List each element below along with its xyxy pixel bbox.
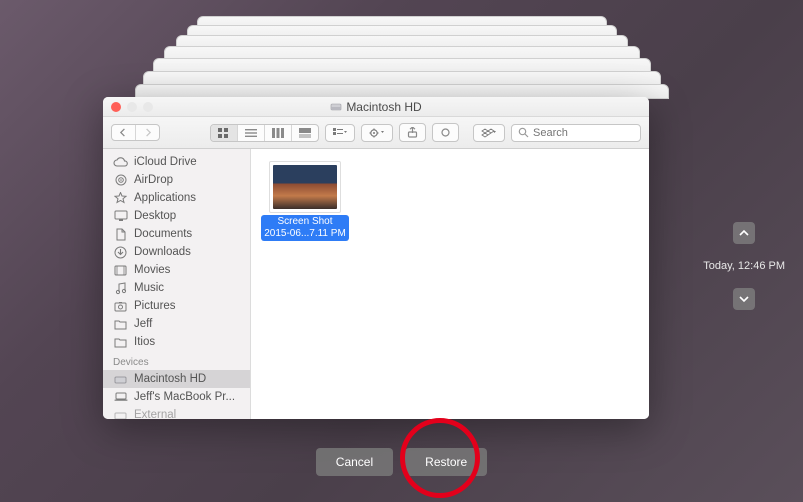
gear-icon	[362, 125, 392, 141]
disk-icon	[113, 372, 128, 386]
disk-icon	[330, 101, 342, 113]
sidebar-item-label: External	[134, 409, 176, 419]
sidebar-item-macintosh-hd[interactable]: Macintosh HD	[103, 370, 250, 388]
tags-button[interactable]	[432, 123, 459, 142]
action-dropdown[interactable]	[361, 124, 393, 142]
view-switcher	[210, 124, 319, 142]
sidebar-item-label: Applications	[134, 192, 196, 204]
pictures-icon	[113, 299, 128, 313]
cloud-icon	[113, 155, 128, 169]
cancel-button[interactable]: Cancel	[316, 448, 393, 476]
documents-icon	[113, 227, 128, 241]
file-label: Screen Shot 2015-06...7.11 PM	[261, 215, 349, 241]
file-item[interactable]: Screen Shot 2015-06...7.11 PM	[263, 161, 347, 241]
nav-back-forward	[111, 124, 160, 141]
sidebar-item-label: Pictures	[134, 300, 176, 312]
sidebar-item-pictures[interactable]: Pictures	[103, 297, 250, 315]
sidebar-item-icloud[interactable]: iCloud Drive	[103, 153, 250, 171]
timeline-up-button[interactable]	[733, 222, 755, 244]
share-button[interactable]	[399, 123, 426, 142]
sidebar-item-movies[interactable]: Movies	[103, 261, 250, 279]
sidebar-item-label: Jeff's MacBook Pr...	[134, 391, 235, 403]
action-bar: Cancel Restore	[0, 448, 803, 476]
window-title-text: Macintosh HD	[346, 100, 421, 114]
arrange-icon	[326, 125, 354, 141]
disk-icon	[113, 408, 128, 419]
back-button[interactable]	[112, 125, 135, 140]
forward-button[interactable]	[135, 125, 159, 140]
file-thumbnail	[269, 161, 341, 213]
sidebar-item-label: Movies	[134, 264, 170, 276]
timeline-down-button[interactable]	[733, 288, 755, 310]
sidebar-item-itios[interactable]: Itios	[103, 333, 250, 351]
file-name-line2: 2015-06...7.11 PM	[264, 228, 346, 240]
sidebar-item-documents[interactable]: Documents	[103, 225, 250, 243]
sidebar-section-devices: Devices	[103, 355, 250, 370]
content-area[interactable]: Screen Shot 2015-06...7.11 PM	[251, 149, 649, 419]
apps-icon	[113, 191, 128, 205]
sidebar-item-desktop[interactable]: Desktop	[103, 207, 250, 225]
sidebar-item-external[interactable]: External	[103, 406, 250, 419]
dropbox-icon	[474, 125, 504, 141]
sidebar-item-label: Jeff	[134, 318, 152, 330]
desktop-icon	[113, 209, 128, 223]
folder-icon	[113, 335, 128, 349]
titlebar[interactable]: Macintosh HD	[103, 97, 649, 117]
finder-window: Macintosh HD	[103, 97, 649, 419]
sidebar-item-label: iCloud Drive	[134, 156, 197, 168]
sidebar-item-applications[interactable]: Applications	[103, 189, 250, 207]
movies-icon	[113, 263, 128, 277]
sidebar-item-label: AirDrop	[134, 174, 173, 186]
sidebar-item-macbook[interactable]: Jeff's MacBook Pr...	[103, 388, 250, 406]
sidebar-item-label: Macintosh HD	[134, 373, 206, 385]
coverflow-view-button[interactable]	[291, 125, 318, 141]
sidebar-item-airdrop[interactable]: AirDrop	[103, 171, 250, 189]
toolbar	[103, 117, 649, 149]
folder-icon	[113, 317, 128, 331]
search-icon	[518, 127, 529, 138]
sidebar-item-label: Itios	[134, 336, 155, 348]
list-view-button[interactable]	[237, 125, 264, 141]
sidebar-item-label: Documents	[134, 228, 192, 240]
sidebar-item-label: Desktop	[134, 210, 176, 222]
laptop-icon	[113, 390, 128, 404]
search-input[interactable]	[533, 127, 634, 139]
sidebar-item-downloads[interactable]: Downloads	[103, 243, 250, 261]
music-icon	[113, 281, 128, 295]
arrange-dropdown[interactable]	[325, 124, 355, 142]
search-field[interactable]	[511, 124, 641, 142]
timeline-label: Today, 12:46 PM	[703, 260, 785, 272]
icon-view-button[interactable]	[211, 125, 237, 141]
column-view-button[interactable]	[264, 125, 291, 141]
sidebar-item-label: Music	[134, 282, 164, 294]
window-title: Macintosh HD	[103, 100, 649, 114]
sidebar: iCloud Drive AirDrop Applications Deskto…	[103, 149, 251, 419]
downloads-icon	[113, 245, 128, 259]
dropbox-dropdown[interactable]	[473, 124, 505, 142]
sidebar-item-music[interactable]: Music	[103, 279, 250, 297]
restore-button[interactable]: Restore	[405, 448, 487, 476]
file-name-line1: Screen Shot	[264, 216, 346, 228]
airdrop-icon	[113, 173, 128, 187]
sidebar-item-label: Downloads	[134, 246, 191, 258]
sidebar-item-jeff[interactable]: Jeff	[103, 315, 250, 333]
timeline-nav: Today, 12:46 PM	[703, 222, 785, 310]
